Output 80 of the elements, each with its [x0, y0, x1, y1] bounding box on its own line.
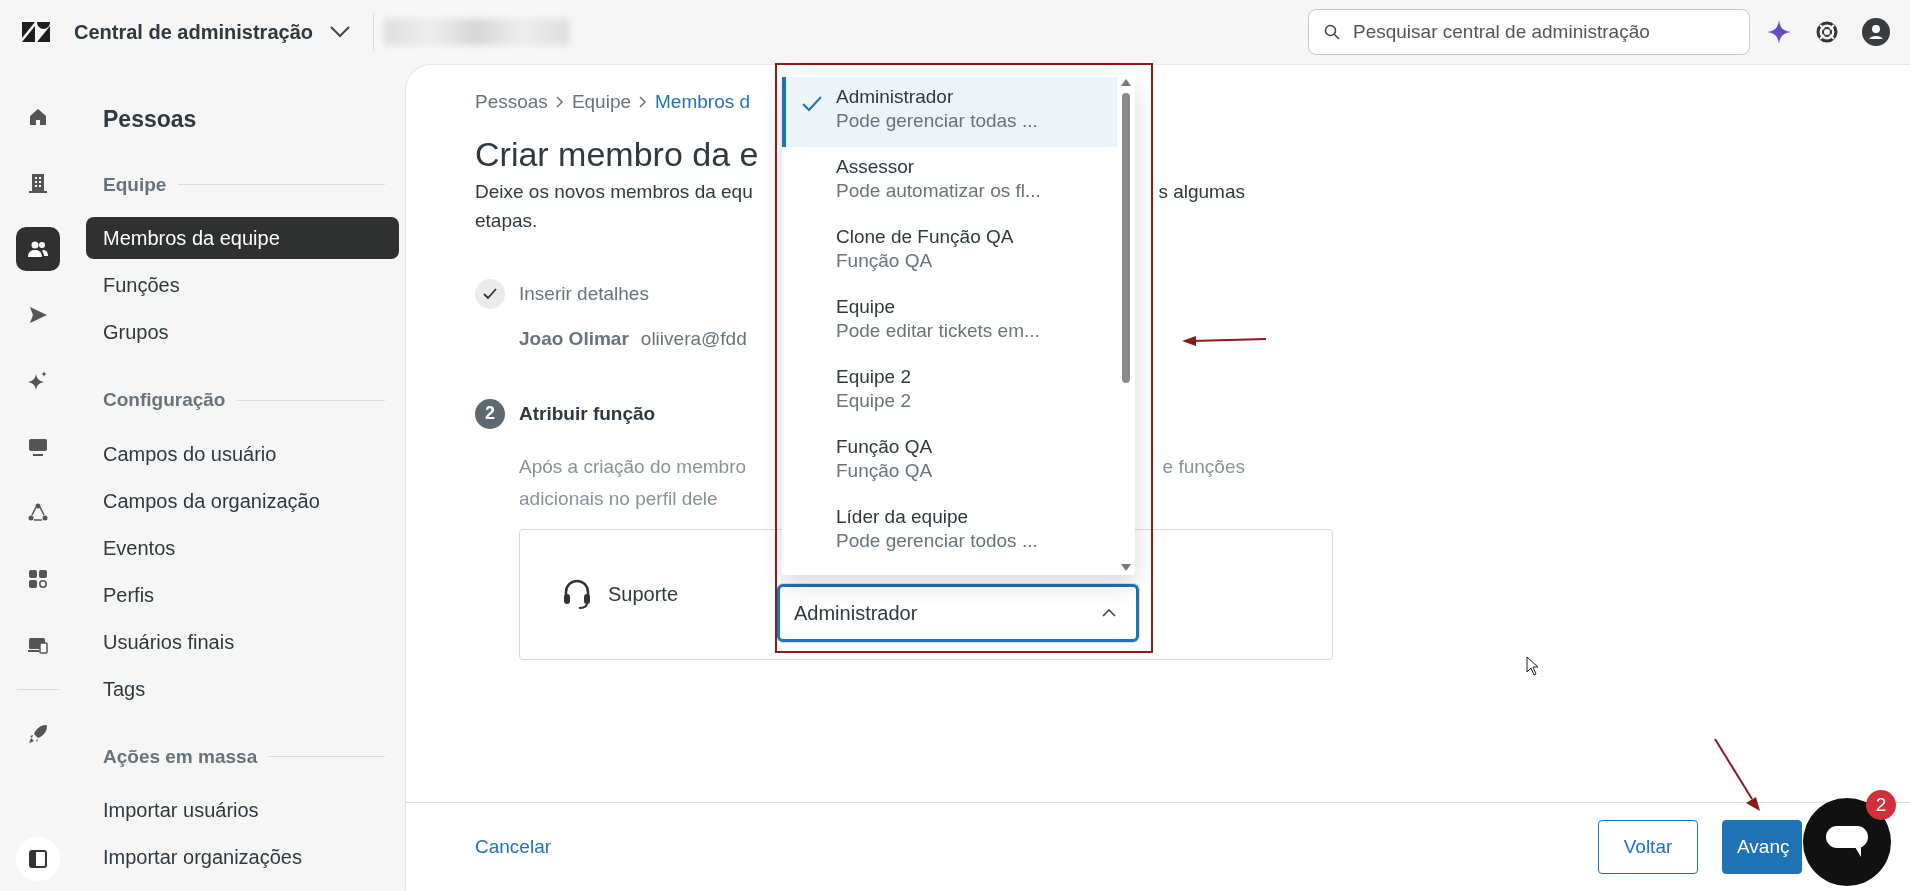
- option-description: Pode gerenciar todos ...: [836, 529, 1038, 554]
- sidebar-title: Pessoas: [102, 105, 198, 134]
- dropdown-option[interactable]: Administrador Pode gerenciar todas ...: [782, 77, 1117, 148]
- user-email: oliivera@fdd: [640, 327, 747, 352]
- option-label: Líder da equipe: [836, 505, 970, 530]
- option-description: Função QA: [836, 249, 934, 274]
- dropdown-option[interactable]: Equipe 2 Equipe 2: [782, 357, 1117, 428]
- dropdown-option[interactable]: Função QA Função QA: [782, 427, 1117, 498]
- app-title: Central de administração: [74, 20, 313, 45]
- chevron-up-icon: [1102, 609, 1116, 618]
- step-number: 2: [475, 398, 505, 429]
- option-description: Pode gerenciar todas ...: [836, 109, 1038, 134]
- option-description: Pode automatizar os fl...: [836, 179, 1041, 204]
- dropdown-option[interactable]: Assessor Pode automatizar os fl...: [782, 147, 1117, 218]
- breadcrumb-item[interactable]: Equipe: [571, 88, 632, 117]
- logo-icon: [22, 22, 50, 42]
- step-label: Atribuir função: [519, 401, 656, 426]
- chevron-right-icon: [555, 96, 564, 109]
- chat-bubble-icon: [1825, 825, 1869, 859]
- sparkle-icon[interactable]: [1766, 19, 1792, 45]
- next-button[interactable]: Avanç: [1722, 820, 1802, 874]
- section-heading: Equipe: [103, 172, 167, 197]
- nodes-icon: [26, 502, 49, 524]
- sidebar-item[interactable]: Importar usuários: [86, 789, 399, 831]
- rocket-icon: [26, 723, 49, 745]
- sidebar-item[interactable]: Perfis: [86, 573, 399, 616]
- sidebar-item[interactable]: Importar organizações: [86, 836, 399, 878]
- lifebuoy-icon[interactable]: [1816, 21, 1838, 43]
- description-text: s algumas: [1158, 180, 1245, 205]
- step-done-icon: [475, 279, 505, 310]
- help-text: e funções: [1162, 454, 1245, 479]
- dropdown-option[interactable]: Líder da equipe Pode gerenciar todos ...: [782, 497, 1117, 568]
- section-heading: Configuração: [103, 388, 226, 412]
- dropdown-option[interactable]: Equipe Pode editar tickets em...: [782, 287, 1117, 358]
- help-text: adicionais no perfil dele: [519, 486, 718, 511]
- option-description: Equipe 2: [836, 389, 911, 414]
- option-label: Clone de Função QA: [836, 225, 1014, 250]
- check-icon: [802, 96, 822, 113]
- section-heading: Ações em massa: [103, 744, 258, 769]
- option-description: Função QA: [836, 459, 933, 484]
- avatar-icon[interactable]: [1862, 18, 1890, 46]
- option-label: Equipe 2: [836, 365, 911, 390]
- help-text: Após a criação do membro: [519, 454, 747, 479]
- chevron-down-icon[interactable]: [328, 25, 351, 39]
- cancel-link[interactable]: Cancelar: [475, 832, 552, 862]
- sidebar-item[interactable]: Usuários finais: [86, 620, 399, 663]
- option-label: Assessor: [836, 155, 916, 180]
- sidebar-item[interactable]: Grupos: [86, 311, 399, 353]
- page-title: Criar membro da e: [475, 133, 759, 175]
- search-icon: [1324, 24, 1340, 40]
- monitor-icon: [26, 436, 49, 458]
- step-label: Inserir detalhes: [519, 282, 649, 307]
- option-label: Equipe: [836, 295, 897, 320]
- breadcrumb-link[interactable]: Membros d: [655, 88, 751, 117]
- apps-icon: [26, 568, 49, 590]
- product-name: Suporte: [608, 582, 679, 608]
- sidebar-item[interactable]: Tags: [86, 667, 399, 710]
- nav-rail-button[interactable]: [15, 227, 60, 271]
- option-label: Função QA: [836, 435, 933, 460]
- description-text: Deixe os novos membros da equ: [475, 180, 753, 205]
- sidebar-item[interactable]: Campos do usuário: [86, 432, 399, 475]
- back-button[interactable]: Voltar: [1598, 820, 1698, 874]
- description-text: etapas.: [475, 208, 538, 233]
- search-field[interactable]: Pesquisar central de administração: [1308, 9, 1750, 55]
- user-name: Joao Olimar: [519, 327, 629, 352]
- headset-icon: [562, 578, 592, 611]
- breadcrumb-item[interactable]: Pessoas: [475, 88, 548, 117]
- sidebar-item[interactable]: Campos da organização: [86, 479, 399, 522]
- role-select[interactable]: Administrador: [777, 584, 1139, 643]
- sidebar-toggle-icon: [27, 849, 48, 869]
- mouse-cursor-icon: [1526, 656, 1540, 676]
- sidebar-item[interactable]: Eventos: [86, 526, 399, 569]
- option-description: Pode editar tickets em...: [836, 319, 1040, 344]
- panel-toggle-button[interactable]: [15, 837, 60, 881]
- dropdown-option[interactable]: Clone de Função QA Função QA: [782, 217, 1117, 288]
- building-icon: [26, 172, 49, 194]
- option-label: Administrador: [836, 85, 955, 110]
- sidebar-item[interactable]: Membros da equipe: [86, 217, 399, 259]
- chevron-right-icon: [639, 96, 648, 109]
- sidebar-item[interactable]: Funções: [86, 264, 399, 306]
